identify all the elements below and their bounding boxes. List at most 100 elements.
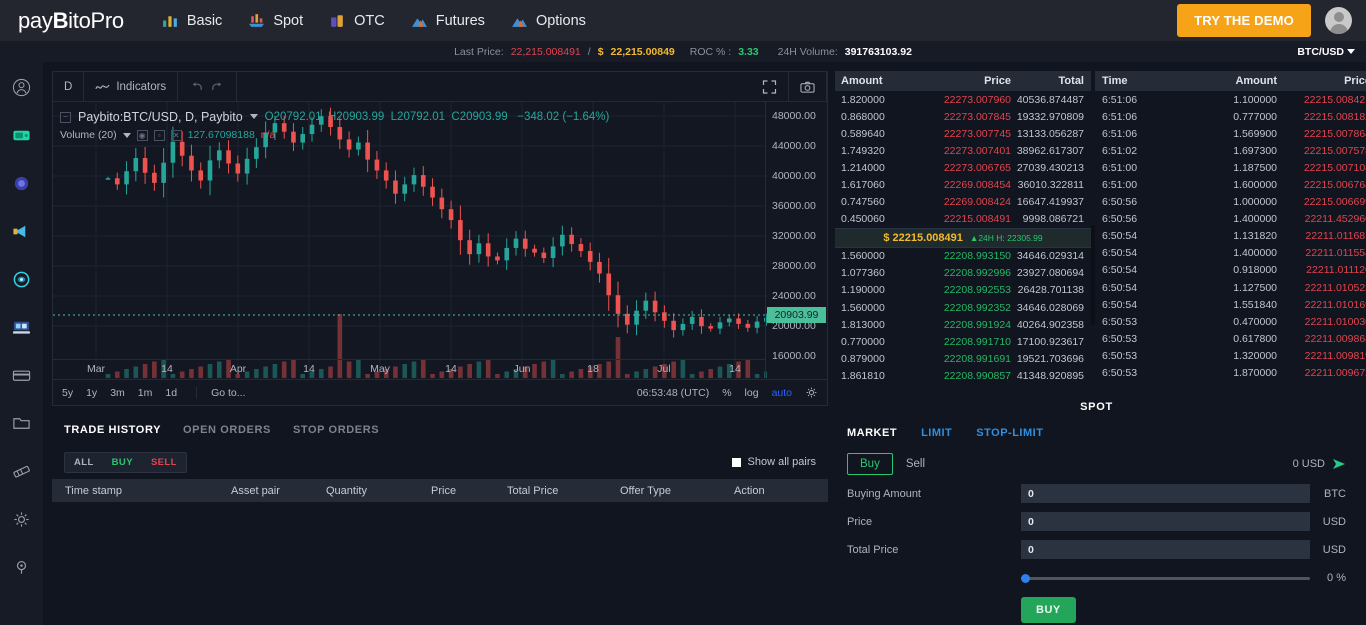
nav-item-spot[interactable]: Spot <box>248 13 303 29</box>
chart-time-axis[interactable]: Mar 14 Apr 14 May 14 Jun 18 Jul 14 <box>53 359 765 378</box>
trade-row[interactable]: 6:50:54 1.551840 22211.010169 <box>1095 296 1366 313</box>
trade-row[interactable]: 6:51:00 1.600000 22215.006764 <box>1095 176 1366 193</box>
chart-fullscreen-button[interactable] <box>751 71 789 102</box>
sidebar-item-settings[interactable] <box>0 495 43 543</box>
legend-collapse-icon[interactable]: − <box>60 111 71 123</box>
trade-row[interactable]: 6:50:53 0.470000 22211.010030 <box>1095 313 1366 330</box>
range-5y[interactable]: 5y <box>62 387 73 399</box>
order-book-row[interactable]: 0.770000 22208.991710 17100.923617 <box>835 333 1091 350</box>
volume-settings-icon[interactable]: ▫ <box>153 130 165 142</box>
order-book-row[interactable]: 1.077360 22208.992996 23927.080694 <box>835 265 1091 282</box>
order-book-row[interactable]: 0.868000 22273.007845 19332.970809 <box>835 108 1091 125</box>
ticket-icon <box>13 465 30 478</box>
range-1d[interactable]: 1d <box>165 387 177 399</box>
redo-icon[interactable] <box>210 80 225 94</box>
trade-row[interactable]: 6:50:53 1.870000 22211.009672 <box>1095 365 1366 382</box>
chart-price-axis[interactable]: 48000.00 44000.00 40000.00 36000.00 3200… <box>765 102 827 378</box>
order-book-row[interactable]: 1.861810 22208.990857 41348.920895 <box>835 367 1091 384</box>
order-book-row[interactable]: 0.589640 22273.007745 13133.056287 <box>835 125 1091 142</box>
sidebar-item-ticket[interactable] <box>0 447 43 495</box>
chevron-down-icon[interactable] <box>122 132 131 139</box>
show-all-pairs-toggle[interactable]: Show all pairs <box>731 456 816 468</box>
show-all-pairs-checkbox[interactable] <box>731 457 741 467</box>
total-price-input[interactable] <box>1021 540 1310 559</box>
order-book-row[interactable]: 0.879000 22208.991691 19521.703696 <box>835 350 1091 367</box>
trade-row[interactable]: 6:50:56 1.400000 22211.452960 <box>1095 211 1366 228</box>
trade-row[interactable]: 6:51:06 1.569900 22215.007864 <box>1095 125 1366 142</box>
price-input[interactable] <box>1021 512 1310 531</box>
price-chart-panel: D Indicators − Paybito:BTC/USD, D, Paybi… <box>52 71 828 406</box>
tab-trade-history[interactable]: TRADE HISTORY <box>64 424 161 436</box>
volume-visibility-icon[interactable]: ◉ <box>136 130 148 142</box>
percent-scale-button[interactable]: % <box>722 387 731 399</box>
trade-row[interactable]: 6:51:06 0.777000 22215.008182 <box>1095 108 1366 125</box>
tab-market[interactable]: MARKET <box>847 427 897 439</box>
order-book-row[interactable]: 1.820000 22273.007960 40536.874487 <box>835 91 1091 108</box>
sidebar-item-coin[interactable] <box>0 159 43 207</box>
tab-limit[interactable]: LIMIT <box>921 427 952 439</box>
sidebar-item-card[interactable] <box>0 351 43 399</box>
buy-submit-button[interactable]: BUY <box>1021 597 1076 623</box>
sidebar-item-wallet[interactable] <box>0 111 43 159</box>
chart-canvas[interactable] <box>53 102 827 378</box>
tab-open-orders[interactable]: OPEN ORDERS <box>183 424 271 436</box>
avatar[interactable] <box>1325 7 1352 34</box>
order-book-row[interactable]: 1.749320 22273.007401 38962.617307 <box>835 142 1091 159</box>
pair-selector[interactable]: BTC/USD <box>1297 46 1355 58</box>
wallet-transfer-icon[interactable] <box>1332 458 1346 471</box>
sidebar-item-support[interactable] <box>0 543 43 591</box>
sidebar-item-profile[interactable] <box>0 63 43 111</box>
filter-all-button[interactable]: ALL <box>65 452 103 472</box>
order-book-row[interactable]: 0.450060 22215.008491 9998.086721 <box>835 211 1091 228</box>
trade-row[interactable]: 6:50:54 1.131820 22211.011681 <box>1095 228 1366 245</box>
trade-row[interactable]: 6:50:54 1.127500 22211.010522 <box>1095 279 1366 296</box>
trade-row[interactable]: 6:51:02 1.697300 22215.007578 <box>1095 142 1366 159</box>
trade-row[interactable]: 6:50:53 0.617800 22211.009868 <box>1095 330 1366 347</box>
nav-item-futures[interactable]: Futures <box>411 13 485 29</box>
order-book-row[interactable]: 1.560000 22208.993150 34646.029314 <box>835 248 1091 265</box>
sidebar-item-folder[interactable] <box>0 399 43 447</box>
trade-row[interactable]: 6:50:53 1.320000 22211.009819 <box>1095 347 1366 364</box>
app-logo[interactable]: payBitoPro <box>18 8 124 34</box>
gear-icon[interactable] <box>805 386 818 399</box>
sidebar-item-exchange-desk[interactable] <box>0 303 43 351</box>
trade-row[interactable]: 6:51:06 1.100000 22215.008421 <box>1095 91 1366 108</box>
order-book-row[interactable]: 1.214000 22273.006765 27039.430213 <box>835 159 1091 176</box>
log-scale-button[interactable]: log <box>745 387 759 399</box>
trade-row[interactable]: 6:50:56 1.000000 22215.006699 <box>1095 194 1366 211</box>
range-3m[interactable]: 3m <box>110 387 125 399</box>
trade-row[interactable]: 6:51:00 1.187500 22215.007108 <box>1095 159 1366 176</box>
sidebar-item-announcement[interactable] <box>0 207 43 255</box>
trade-row[interactable]: 6:50:54 1.400000 22211.011554 <box>1095 245 1366 262</box>
sidebar-item-target[interactable] <box>0 255 43 303</box>
sell-side-button[interactable]: Sell <box>893 453 938 475</box>
nav-item-basic[interactable]: Basic <box>162 13 222 29</box>
chart-indicators-button[interactable]: Indicators <box>84 71 179 102</box>
order-book-row[interactable]: 1.813000 22208.991924 40264.902358 <box>835 316 1091 333</box>
buy-side-button[interactable]: Buy <box>847 453 893 475</box>
percent-slider[interactable] <box>1021 573 1310 583</box>
buying-amount-input[interactable] <box>1021 484 1310 503</box>
chart-snapshot-button[interactable] <box>789 71 827 102</box>
try-the-demo-button[interactable]: TRY THE DEMO <box>1177 4 1311 37</box>
trade-row[interactable]: 6:50:54 0.918000 22211.011120 <box>1095 262 1366 279</box>
chevron-down-icon[interactable] <box>249 114 258 120</box>
go-to-date-button[interactable]: Go to... <box>196 386 246 399</box>
undo-icon[interactable] <box>189 80 204 94</box>
order-book-row[interactable]: 1.560000 22208.992352 34646.028069 <box>835 299 1091 316</box>
order-book-row[interactable]: 1.617060 22269.008454 36010.322811 <box>835 176 1091 193</box>
range-1y[interactable]: 1y <box>86 387 97 399</box>
order-book-row[interactable]: 1.190000 22208.992553 26428.701138 <box>835 282 1091 299</box>
tab-stop-limit[interactable]: STOP-LIMIT <box>976 427 1043 439</box>
filter-sell-button[interactable]: SELL <box>141 452 186 472</box>
volume-close-icon[interactable]: ✕ <box>170 130 182 142</box>
order-book-row[interactable]: 0.747560 22269.008424 16647.419937 <box>835 194 1091 211</box>
filter-buy-button[interactable]: BUY <box>102 452 142 472</box>
chart-interval-button[interactable]: D <box>53 71 85 102</box>
nav-item-otc[interactable]: OTC <box>329 13 385 29</box>
slider-knob[interactable] <box>1021 573 1030 583</box>
tab-stop-orders[interactable]: STOP ORDERS <box>293 424 379 436</box>
range-1m[interactable]: 1m <box>138 387 153 399</box>
auto-scale-button[interactable]: auto <box>772 387 792 399</box>
nav-item-options[interactable]: Options <box>511 13 586 29</box>
